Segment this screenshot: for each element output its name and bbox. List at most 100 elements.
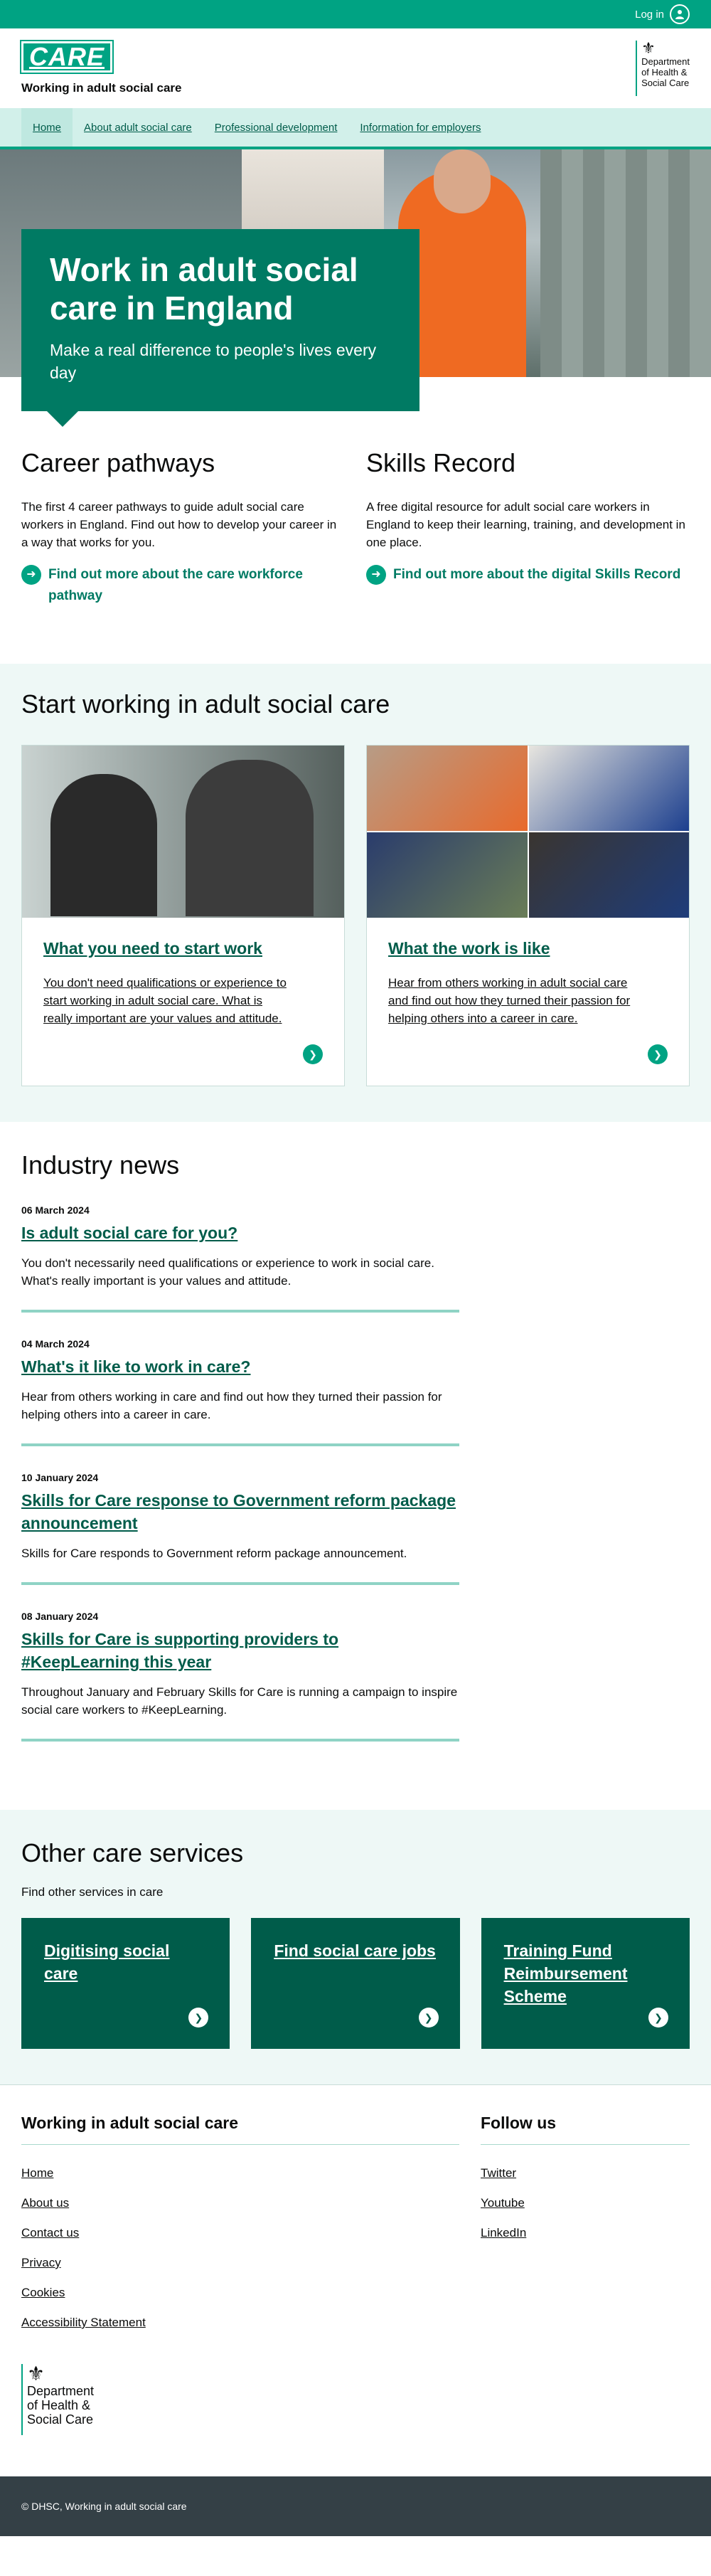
- chevron-right-icon: ❯: [418, 2008, 439, 2028]
- card-what-you-need[interactable]: What you need to start work You don't ne…: [21, 745, 345, 1086]
- hero-subtitle: Make a real difference to people's lives…: [50, 341, 377, 382]
- news-date: 10 January 2024: [21, 1472, 99, 1483]
- start-working-section: Start working in adult social care What …: [0, 664, 711, 1122]
- start-working-title: Start working in adult social care: [21, 689, 390, 719]
- service-cards: Digitising social care ❯ Find social car…: [21, 1918, 690, 2049]
- main-nav: Home About adult social care Professiona…: [0, 108, 711, 149]
- news-title-link[interactable]: Skills for Care response to Government r…: [21, 1491, 456, 1532]
- news-summary: Skills for Care responds to Government r…: [21, 1547, 407, 1560]
- news-item: 10 January 2024 Skills for Care response…: [21, 1472, 459, 1585]
- news-summary: Hear from others working in care and fin…: [21, 1390, 442, 1421]
- card-text: You don't need qualifications or experie…: [43, 976, 287, 1025]
- hero-image-window: [540, 149, 711, 377]
- news-item: 06 March 2024 Is adult social care for y…: [21, 1204, 459, 1313]
- footer-link-cookies[interactable]: Cookies: [21, 2286, 65, 2299]
- card-title: What you need to start work: [43, 939, 262, 958]
- skills-record-link-label: Find out more about the digital Skills R…: [393, 567, 681, 582]
- footer-follow: Follow us Twitter Youtube LinkedIn: [481, 2114, 690, 2435]
- chevron-right-icon: ❯: [648, 2008, 668, 2028]
- career-pathways-link[interactable]: ➜ Find out more about the care workforce…: [21, 564, 345, 607]
- chevron-right-icon: ❯: [303, 1044, 323, 1064]
- arrow-right-icon: ➜: [21, 565, 41, 585]
- footer-link-about[interactable]: About us: [21, 2196, 69, 2210]
- news-item: 04 March 2024 What's it like to work in …: [21, 1338, 459, 1446]
- dept-line-2: of Health &: [27, 2398, 91, 2412]
- card-title: What the work is like: [388, 939, 550, 958]
- hero: Work in adult social care in England Mak…: [0, 149, 711, 427]
- news-date: 06 March 2024: [21, 1204, 90, 1216]
- dept-line-3: Social Care: [641, 78, 690, 88]
- care-logo[interactable]: CARE: [19, 40, 114, 74]
- site-header: CARE Working in adult social care ⚜ Depa…: [0, 28, 711, 108]
- news-title-link[interactable]: Is adult social care for you?: [21, 1224, 237, 1242]
- crest-icon: ⚜: [641, 39, 656, 57]
- industry-news-section: Industry news 06 March 2024 Is adult soc…: [0, 1122, 711, 1810]
- dept-line-2: of Health &: [641, 67, 688, 78]
- skills-record-link[interactable]: ➜ Find out more about the digital Skills…: [366, 564, 690, 585]
- service-card-digitising[interactable]: Digitising social care ❯: [21, 1918, 230, 2049]
- service-card-training-fund[interactable]: Training Fund Reimbursement Scheme ❯: [481, 1918, 690, 2049]
- career-pathways-text: The first 4 career pathways to guide adu…: [21, 500, 337, 549]
- service-card-jobs[interactable]: Find social care jobs ❯: [251, 1918, 460, 2049]
- skills-record: Skills Record A free digital resource fo…: [366, 448, 690, 607]
- nav-item-employers[interactable]: Information for employers: [348, 108, 492, 147]
- site-footer: Working in adult social care Home About …: [0, 2084, 711, 2456]
- service-card-title: Digitising social care: [44, 1941, 170, 1983]
- career-pathways-title: Career pathways: [21, 448, 215, 477]
- news-summary: You don't necessarily need qualification…: [21, 1256, 434, 1288]
- news-title-link[interactable]: What's it like to work in care?: [21, 1357, 250, 1376]
- card-text: Hear from others working in adult social…: [388, 976, 631, 1025]
- footer-dhsc-logo[interactable]: ⚜ Department of Health & Social Care: [21, 2364, 459, 2435]
- news-summary: Throughout January and February Skills f…: [21, 1685, 458, 1717]
- news-date: 08 January 2024: [21, 1611, 99, 1622]
- skills-record-text: A free digital resource for adult social…: [366, 500, 685, 549]
- footer-link-accessibility[interactable]: Accessibility Statement: [21, 2316, 146, 2329]
- chevron-right-icon: ❯: [648, 1044, 668, 1064]
- nav-item-home[interactable]: Home: [21, 108, 73, 147]
- copyright-text: © DHSC, Working in adult social care: [21, 2501, 187, 2512]
- service-card-title: Training Fund Reimbursement Scheme: [503, 1941, 628, 2005]
- login-link[interactable]: Log in: [635, 4, 690, 24]
- footer-main: Working in adult social care Home About …: [21, 2114, 459, 2435]
- logo-divider: [21, 2364, 23, 2435]
- footer-links: Home About us Contact us Privacy Cookies…: [21, 2166, 459, 2330]
- hero-title: Work in adult social care in England: [50, 251, 358, 327]
- footer-link-privacy[interactable]: Privacy: [21, 2256, 61, 2269]
- footer-link-contact[interactable]: Contact us: [21, 2226, 79, 2240]
- news-item: 08 January 2024 Skills for Care is suppo…: [21, 1611, 459, 1742]
- card-image-collage: [367, 746, 689, 918]
- dept-line-3: Social Care: [27, 2412, 94, 2427]
- nav-item-professional-development[interactable]: Professional development: [203, 108, 349, 147]
- collage-tile: [528, 746, 689, 831]
- logo-divider: [636, 41, 638, 96]
- nav-item-about[interactable]: About adult social care: [73, 108, 203, 147]
- hero-card: Work in adult social care in England Mak…: [21, 229, 419, 427]
- other-services-title: Other care services: [21, 1838, 244, 1867]
- dhsc-logo[interactable]: ⚜ Department of Health & Social Care: [636, 41, 690, 96]
- social-links: Twitter Youtube LinkedIn: [481, 2166, 690, 2240]
- skills-record-title: Skills Record: [366, 448, 516, 477]
- news-title-link[interactable]: Skills for Care is supporting providers …: [21, 1630, 338, 1671]
- other-services-section: Other care services Find other services …: [0, 1810, 711, 2084]
- hero-image-face: [434, 149, 491, 213]
- copyright-bar: © DHSC, Working in adult social care: [0, 2476, 711, 2536]
- career-pathways: Career pathways The first 4 career pathw…: [21, 448, 345, 607]
- top-bar: Log in: [0, 0, 711, 28]
- footer-link-home[interactable]: Home: [21, 2166, 53, 2180]
- career-pathways-link-label: Find out more about the care workforce p…: [48, 567, 303, 603]
- card-what-work-is-like[interactable]: What the work is like Hear from others w…: [366, 745, 690, 1086]
- arrow-right-icon: ➜: [366, 565, 386, 585]
- social-link-linkedin[interactable]: LinkedIn: [481, 2226, 526, 2240]
- card-image-conversation: [22, 746, 344, 918]
- social-link-twitter[interactable]: Twitter: [481, 2166, 516, 2180]
- login-label: Log in: [635, 8, 664, 21]
- social-link-youtube[interactable]: Youtube: [481, 2196, 525, 2210]
- user-circle-icon: [670, 4, 690, 24]
- chevron-right-icon: ❯: [188, 2008, 209, 2028]
- dept-line-1: Department: [641, 56, 690, 67]
- pathways-section: Career pathways The first 4 career pathw…: [0, 377, 711, 664]
- collage-tile: [367, 832, 528, 918]
- other-services-intro: Find other services in care: [21, 1885, 164, 1899]
- site-name: Working in adult social care: [21, 81, 182, 95]
- news-date: 04 March 2024: [21, 1338, 90, 1350]
